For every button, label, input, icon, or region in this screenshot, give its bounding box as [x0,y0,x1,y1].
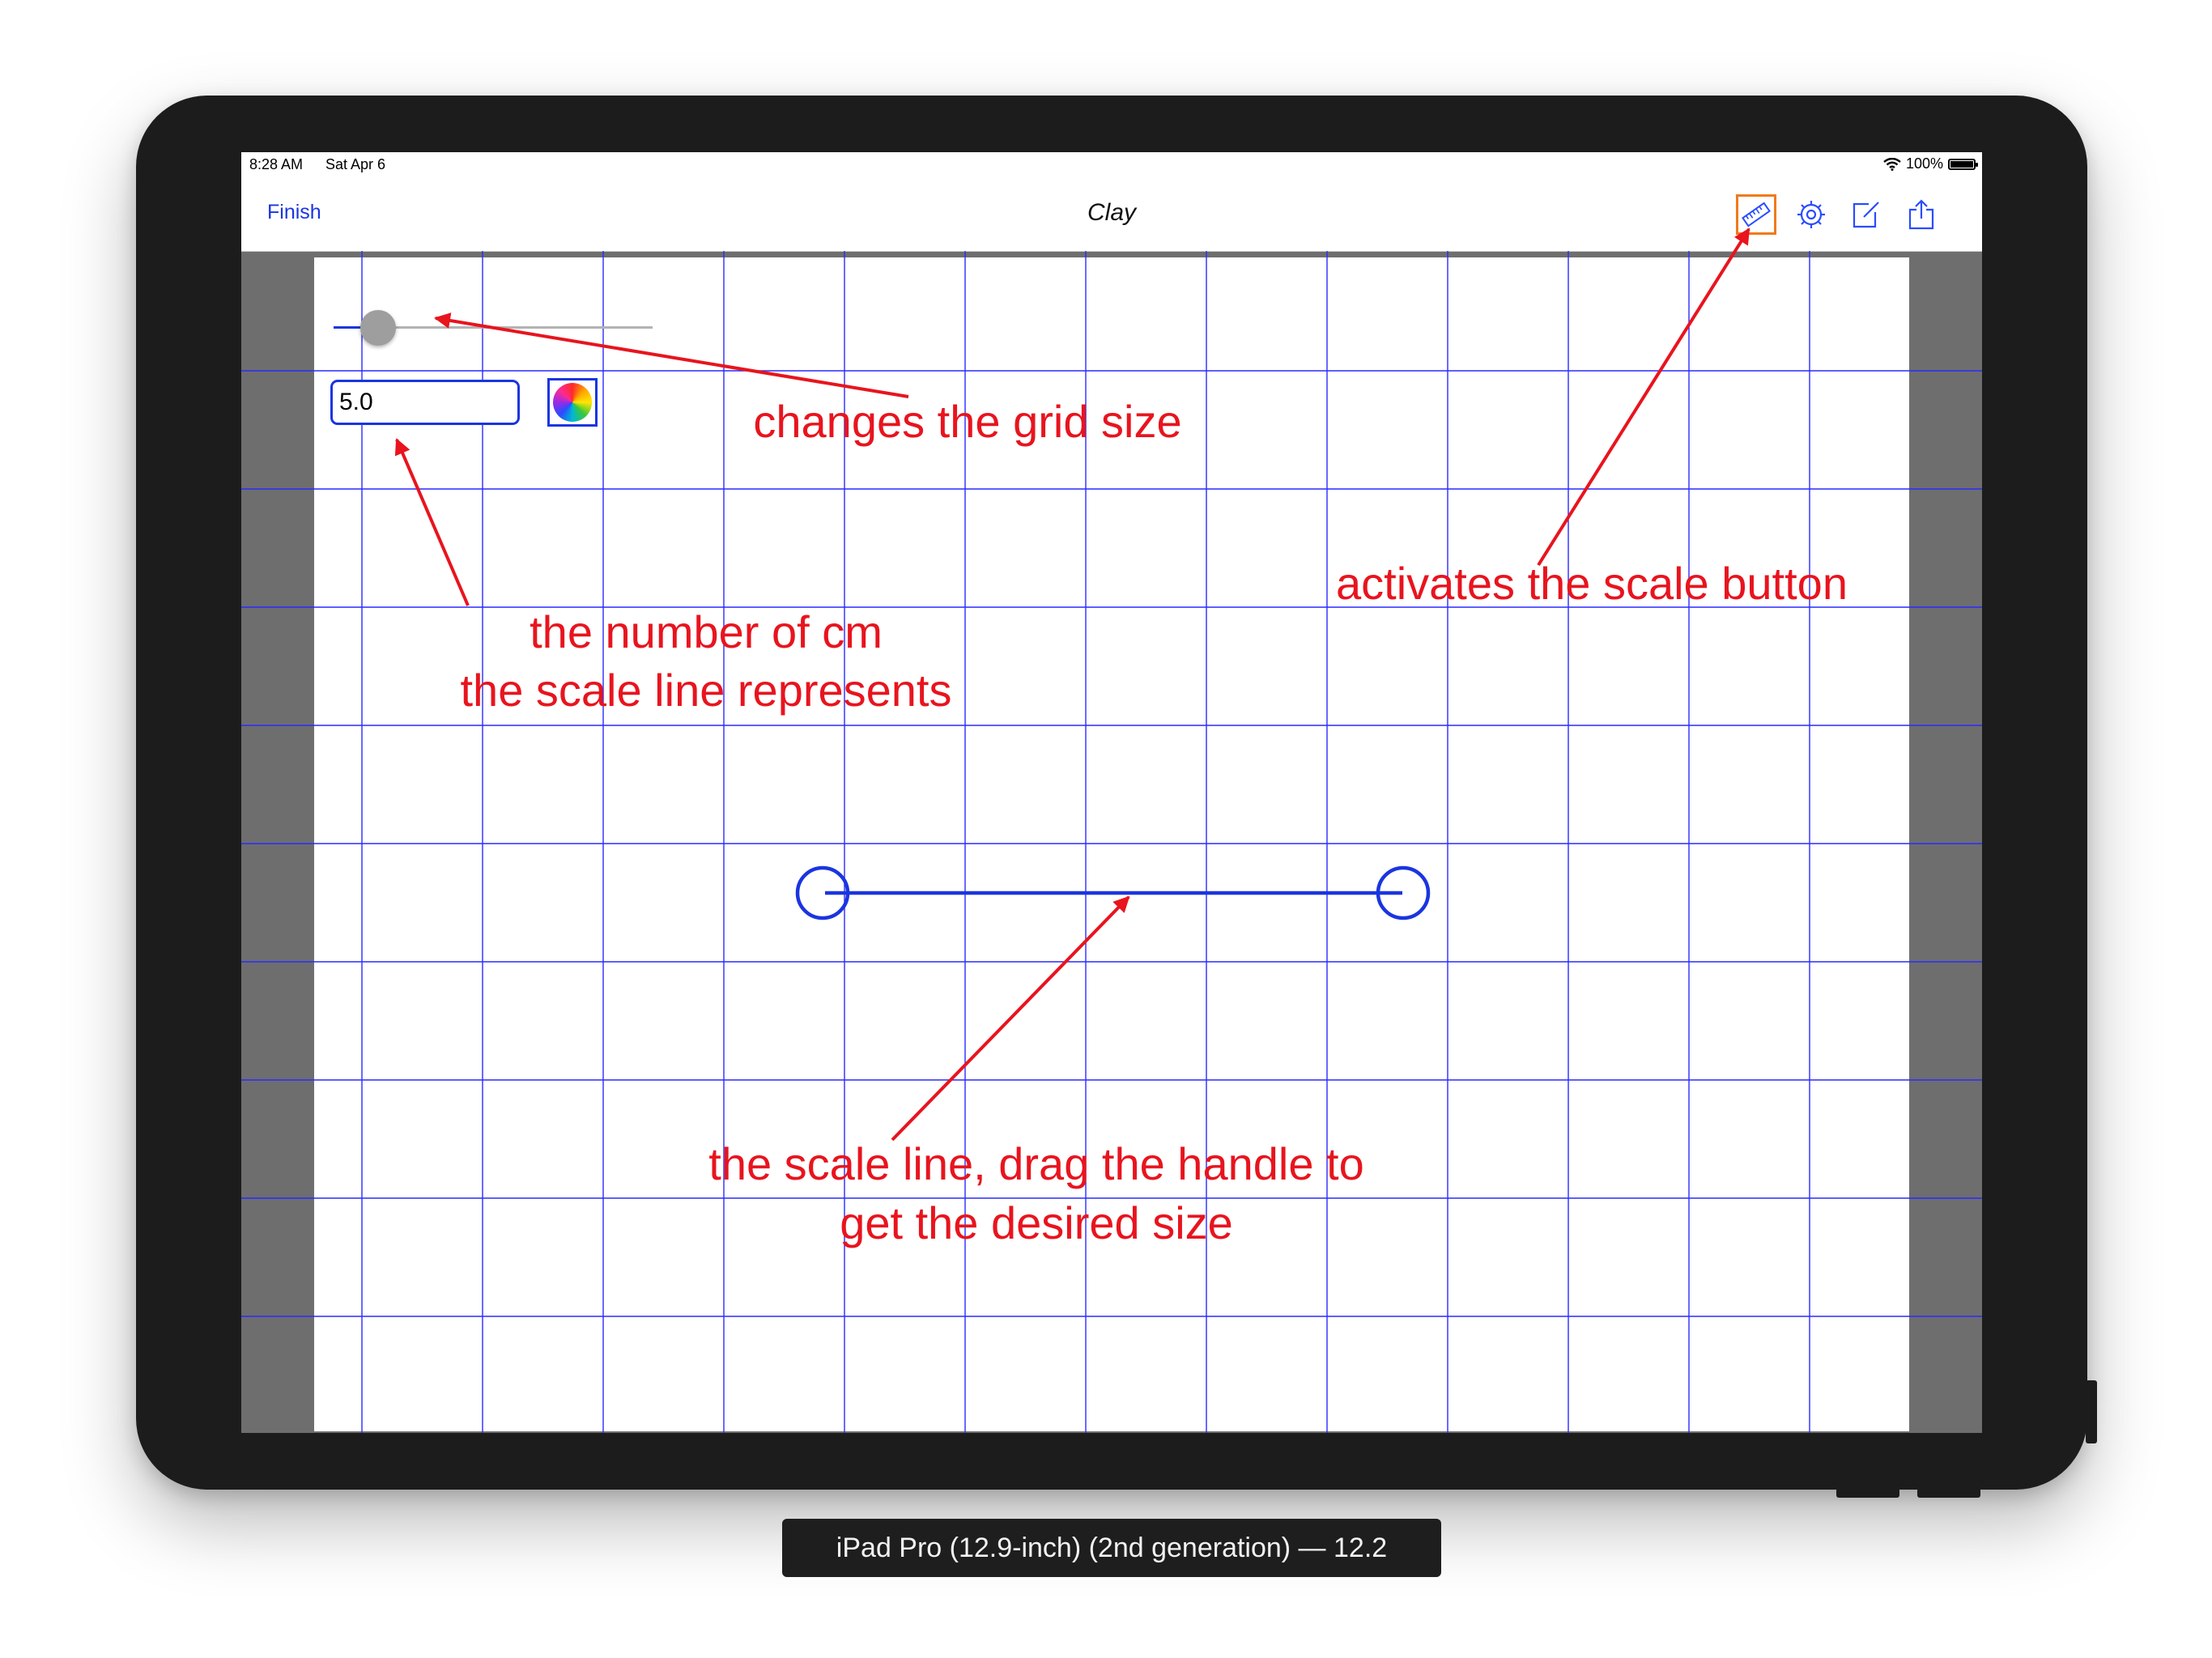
annotation-cm-line2: the scale line represents [460,665,951,716]
arrow-scale-line [891,895,1130,1141]
annotation-scale-line2: get the desired size [840,1197,1233,1248]
annotation-layer: changes the grid size activates the scal… [394,227,1848,1248]
annotation-grid-size: changes the grid size [753,396,1181,447]
arrow-scale-button [1537,227,1750,567]
annotation-cm-line1: the number of cm [530,606,883,657]
annotation-scale-button: activates the scale button [1336,558,1848,609]
arrow-scale-field [394,438,470,606]
annotation-scale-line1: the scale line, drag the handle to [708,1138,1363,1189]
simulator-device-label: iPad Pro (12.9-inch) (2nd generation) — … [782,1519,1441,1577]
arrow-grid-size [434,312,909,398]
